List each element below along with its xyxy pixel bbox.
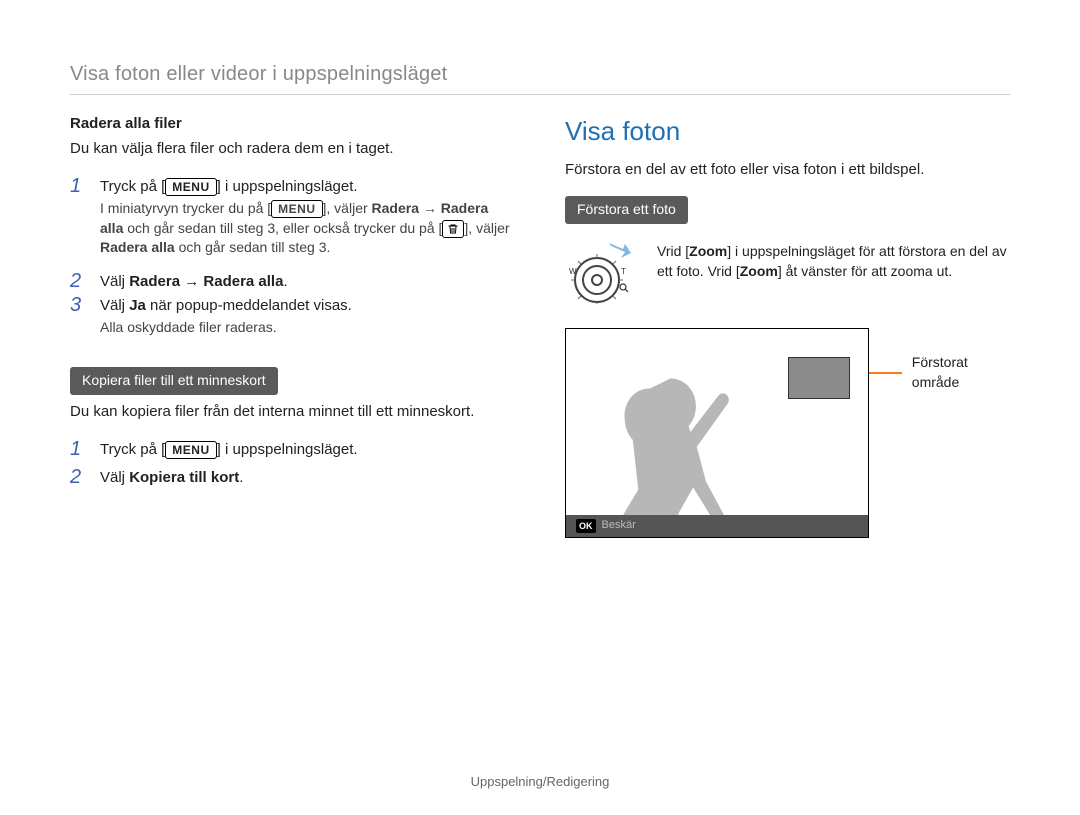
text: I miniatyrvyn trycker du på [ — [100, 200, 271, 216]
text-bold: Radera alla — [203, 273, 283, 290]
delete-step1-note: I miniatyrvyn trycker du på [MENU], välj… — [100, 199, 515, 258]
header-rule — [70, 94, 1010, 95]
menu-button-icon: MENU — [165, 441, 216, 459]
enlarged-area-thumb — [788, 357, 850, 399]
step-body: Tryck på [MENU] i uppspelningsläget. — [100, 438, 515, 460]
text: när popup-meddelandet visas. — [146, 297, 352, 314]
callout-line — [869, 372, 902, 374]
text: Tryck på [ — [100, 178, 165, 195]
statusbar-label: Beskär — [602, 518, 636, 533]
screen-statusbar: OK Beskär — [566, 515, 868, 537]
step-number: 1 — [70, 175, 90, 197]
delete-all-desc: Du kan välja flera filer och radera dem … — [70, 138, 515, 159]
text: . — [283, 273, 287, 290]
text: och går sedan till steg 3. — [175, 239, 331, 255]
text: Tryck på [ — [100, 441, 165, 458]
view-photos-desc: Förstora en del av ett foto eller visa f… — [565, 159, 1010, 180]
text: ] i uppspelningsläget. — [217, 178, 358, 195]
text: Vrid [ — [657, 243, 689, 259]
text: . — [239, 469, 243, 486]
delete-step-1: 1 Tryck på [MENU] i uppspelningsläget. — [70, 175, 515, 197]
delete-step-3: 3 Välj Ja när popup-meddelandet visas. — [70, 294, 515, 316]
text-bold: Zoom — [740, 263, 778, 279]
enlarge-photo-pill: Förstora ett foto — [565, 196, 688, 224]
zoom-text: Vrid [Zoom] i uppspelningsläget för att … — [657, 242, 1010, 281]
copy-files-pill: Kopiera filer till ett minneskort — [70, 367, 278, 395]
callout-label: Förstorat område — [912, 353, 1010, 392]
svg-text:T: T — [621, 267, 626, 276]
step-body: Tryck på [MENU] i uppspelningsläget. — [100, 175, 515, 197]
text: ] åt vänster för att zooma ut. — [778, 263, 952, 279]
text: ], väljer — [464, 220, 509, 236]
text: ], väljer — [323, 200, 372, 216]
copy-step-2: 2 Välj Kopiera till kort. — [70, 466, 515, 488]
step-number: 2 — [70, 466, 90, 488]
ok-icon: OK — [576, 519, 596, 534]
arrow-icon: → — [419, 200, 441, 216]
step-body: Välj Kopiera till kort. — [100, 466, 515, 488]
copy-step-1: 1 Tryck på [MENU] i uppspelningsläget. — [70, 438, 515, 460]
menu-button-icon: MENU — [165, 178, 216, 196]
delete-step3-note: Alla oskyddade filer raderas. — [100, 318, 515, 338]
delete-step-2: 2 Välj Radera → Radera alla. — [70, 270, 515, 292]
step-number: 1 — [70, 438, 90, 460]
text: Välj — [100, 297, 129, 314]
delete-all-title: Radera alla filer — [70, 113, 515, 134]
text: och går sedan till steg 3, eller också t… — [123, 220, 442, 236]
step-number: 3 — [70, 294, 90, 316]
text-bold: Radera — [372, 200, 419, 216]
trash-button-icon — [442, 220, 464, 238]
view-photos-title: Visa foton — [565, 113, 1010, 149]
text-bold: Radera alla — [100, 239, 175, 255]
text-bold: Kopiera till kort — [129, 469, 239, 486]
menu-button-icon: MENU — [271, 200, 322, 218]
text-bold: Ja — [129, 297, 146, 314]
text-bold: Zoom — [689, 243, 727, 259]
text: Välj — [100, 273, 129, 290]
arrow-icon: → — [180, 273, 203, 290]
text: ] i uppspelningsläget. — [217, 441, 358, 458]
text: Välj — [100, 469, 129, 486]
step-number: 2 — [70, 270, 90, 292]
copy-files-desc: Du kan kopiera filer från det interna mi… — [70, 401, 515, 422]
svg-text:W: W — [569, 267, 577, 276]
page-header: Visa foton eller videor i uppspelningslä… — [70, 60, 1010, 88]
text-bold: Radera — [129, 273, 180, 290]
step-body: Välj Ja när popup-meddelandet visas. — [100, 294, 515, 316]
zoom-dial-icon: W T — [565, 242, 643, 310]
page-footer: Uppspelning/Redigering — [0, 773, 1080, 791]
right-column: Visa foton Förstora en del av ett foto e… — [565, 113, 1010, 538]
camera-screen-illustration: OK Beskär — [565, 328, 869, 538]
step-body: Välj Radera → Radera alla. — [100, 270, 515, 292]
left-column: Radera alla filer Du kan välja flera fil… — [70, 113, 515, 538]
